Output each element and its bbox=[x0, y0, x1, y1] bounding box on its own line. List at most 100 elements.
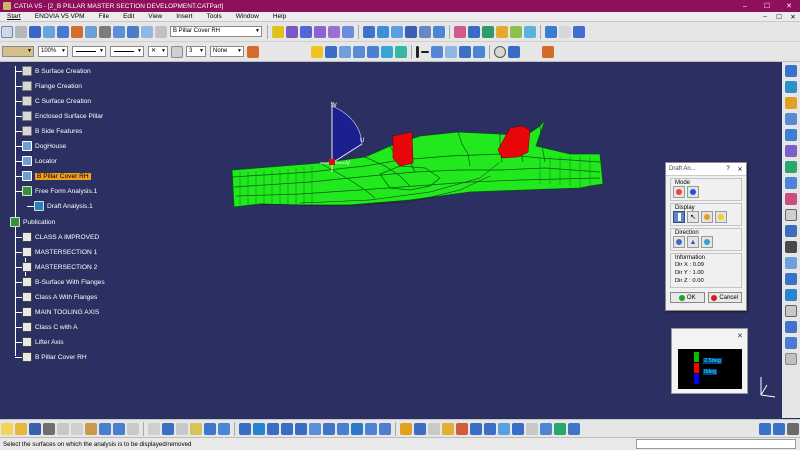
menu-start[interactable]: Start bbox=[0, 13, 28, 20]
render-style-icon[interactable] bbox=[787, 422, 799, 435]
menu-window[interactable]: Window bbox=[229, 13, 266, 20]
curvature-icon[interactable] bbox=[785, 81, 797, 93]
law-icon[interactable] bbox=[545, 25, 557, 38]
pan-icon[interactable] bbox=[253, 422, 265, 435]
law-edit-icon[interactable] bbox=[176, 422, 188, 435]
workbench-icon[interactable] bbox=[155, 25, 167, 38]
grid-display-icon[interactable] bbox=[540, 422, 552, 435]
quick-mode-button[interactable] bbox=[673, 186, 685, 198]
render-icon[interactable] bbox=[71, 25, 83, 38]
zoom-in-icon[interactable] bbox=[281, 422, 293, 435]
undo-arrow-icon[interactable] bbox=[99, 422, 111, 435]
color-select[interactable]: ▼ bbox=[2, 46, 34, 57]
line-icon[interactable] bbox=[325, 45, 337, 58]
grid-icon[interactable] bbox=[57, 25, 69, 38]
blend-icon[interactable] bbox=[395, 45, 407, 58]
brush-icon[interactable] bbox=[247, 45, 259, 58]
dialog-close-button[interactable]: ✕ bbox=[734, 166, 746, 173]
circle-icon[interactable] bbox=[445, 45, 457, 58]
transparency-select[interactable]: 100% ▼ bbox=[38, 46, 68, 57]
boundary-icon[interactable] bbox=[405, 25, 417, 38]
new-icon[interactable] bbox=[1, 422, 13, 435]
measure-icon[interactable] bbox=[99, 25, 111, 38]
copy-icon[interactable] bbox=[71, 422, 83, 435]
join-icon[interactable] bbox=[363, 25, 375, 38]
design-table-icon[interactable] bbox=[204, 422, 216, 435]
scaling-icon[interactable] bbox=[496, 25, 508, 38]
surface-icon[interactable] bbox=[286, 25, 298, 38]
open-icon[interactable] bbox=[15, 422, 27, 435]
doc-close-button[interactable]: ✕ bbox=[786, 13, 800, 21]
menu-insert[interactable]: Insert bbox=[169, 13, 199, 20]
local-update-icon[interactable] bbox=[484, 422, 496, 435]
doc-restore-button[interactable]: ☐ bbox=[772, 13, 786, 21]
close-button[interactable]: ✕ bbox=[778, 2, 800, 10]
tree-item-b-surface-with-flanges[interactable]: B-Surface With Flanges bbox=[15, 276, 105, 288]
tree-item-c-surface-creation[interactable]: C Surface Creation bbox=[15, 95, 91, 107]
tree-item-flange-creation[interactable]: Flange Creation bbox=[15, 80, 82, 92]
tree-item-mastersection-1[interactable]: MASTERSECTION 1 bbox=[15, 246, 97, 258]
color-scale-button[interactable] bbox=[673, 211, 685, 223]
catalog-icon[interactable] bbox=[141, 25, 153, 38]
tree-item-free-form-analysis[interactable]: Free Form Analysis.1 bbox=[15, 185, 97, 197]
menu-help[interactable]: Help bbox=[266, 13, 293, 20]
parameters-icon[interactable] bbox=[162, 422, 174, 435]
shape-icon[interactable] bbox=[785, 273, 797, 285]
stop-update-icon[interactable] bbox=[456, 422, 468, 435]
draft-icon[interactable] bbox=[785, 97, 797, 109]
full-mode-button[interactable] bbox=[687, 186, 699, 198]
point-icon[interactable] bbox=[311, 45, 323, 58]
shading-icon[interactable] bbox=[351, 422, 363, 435]
light-source-button[interactable] bbox=[701, 211, 713, 223]
helix-icon[interactable] bbox=[573, 25, 585, 38]
axis-compass-icon[interactable] bbox=[757, 373, 779, 401]
part-design-icon[interactable] bbox=[400, 422, 412, 435]
fly-mode-icon[interactable] bbox=[29, 25, 41, 38]
swap-space-icon[interactable] bbox=[379, 422, 391, 435]
section-icon[interactable] bbox=[785, 209, 797, 221]
layer-number-select[interactable]: 3 ▼ bbox=[186, 46, 206, 57]
cylinder-icon[interactable] bbox=[508, 45, 520, 58]
ok-button[interactable]: OK bbox=[670, 292, 705, 303]
on-the-fly-button[interactable]: ↖ bbox=[687, 211, 699, 223]
mapping-icon[interactable] bbox=[785, 257, 797, 269]
symmetry-icon[interactable] bbox=[482, 25, 494, 38]
rotate-view-icon[interactable] bbox=[267, 422, 279, 435]
invert-direction-button[interactable] bbox=[701, 236, 713, 248]
painter-icon[interactable] bbox=[171, 45, 183, 58]
lock-direction-button[interactable]: ▲ bbox=[687, 236, 699, 248]
light-icon[interactable] bbox=[785, 225, 797, 237]
split-icon[interactable] bbox=[377, 25, 389, 38]
analysis-icon[interactable] bbox=[785, 65, 797, 77]
connect-icon[interactable] bbox=[459, 45, 471, 58]
whats-this-icon[interactable] bbox=[127, 422, 139, 435]
tree-item-b-surface-creation[interactable]: B Surface Creation bbox=[15, 65, 91, 77]
tree-item-lifter-axis[interactable]: Lifter Axis bbox=[15, 336, 64, 348]
tree-item-publication[interactable]: Publication bbox=[10, 216, 55, 228]
paste-icon[interactable] bbox=[85, 422, 97, 435]
body-icon[interactable] bbox=[414, 422, 426, 435]
spline-icon[interactable] bbox=[559, 25, 571, 38]
scale-close-button[interactable]: ✕ bbox=[737, 332, 743, 340]
point-symbol-select[interactable]: ✕ ▼ bbox=[148, 46, 168, 57]
menu-edit[interactable]: Edit bbox=[116, 13, 141, 20]
instantiate-icon[interactable] bbox=[554, 422, 566, 435]
layer-filter-select[interactable]: None ▼ bbox=[210, 46, 244, 57]
measure-between-icon[interactable] bbox=[785, 321, 797, 333]
plane-icon[interactable] bbox=[339, 45, 351, 58]
tree-item-class-a-with-flanges[interactable]: Class A With Flanges bbox=[15, 291, 97, 303]
cut-icon[interactable] bbox=[57, 422, 69, 435]
sketch-icon[interactable] bbox=[272, 25, 284, 38]
tree-item-class-a-improved[interactable]: CLASS A IMPROVED bbox=[15, 231, 99, 243]
menu-file[interactable]: File bbox=[92, 13, 116, 20]
catalog-browser-icon[interactable] bbox=[190, 422, 202, 435]
menu-view[interactable]: View bbox=[141, 13, 169, 20]
trim-icon[interactable] bbox=[391, 25, 403, 38]
offset-icon[interactable] bbox=[381, 45, 393, 58]
current-part-select[interactable]: B Pillar Cover RH ▼ bbox=[170, 26, 262, 37]
print-icon[interactable] bbox=[43, 422, 55, 435]
fill-icon[interactable] bbox=[342, 25, 354, 38]
porcupine-icon[interactable] bbox=[785, 145, 797, 157]
tree-item-locator[interactable]: Locator bbox=[15, 155, 57, 167]
update-icon[interactable] bbox=[442, 422, 454, 435]
